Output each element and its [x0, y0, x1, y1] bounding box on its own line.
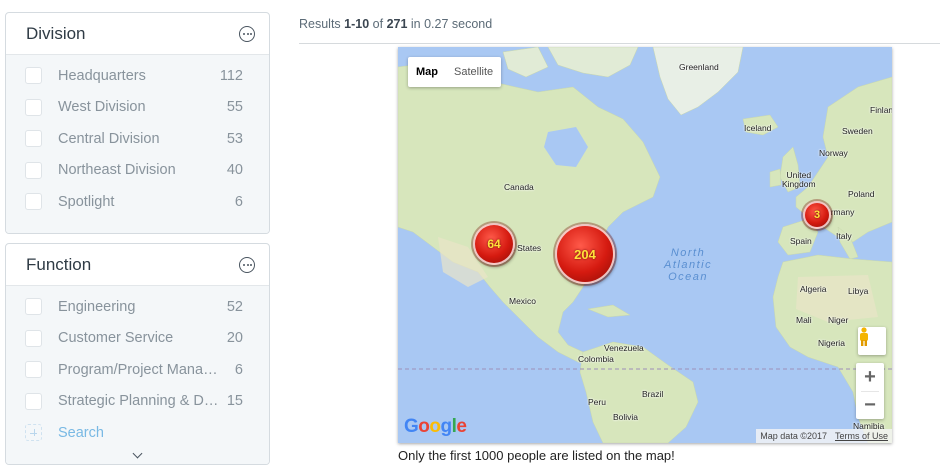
map-attribution: Map data ©2017 Terms of Use [756, 429, 892, 443]
facet-item-label: Strategic Planning & Development [58, 393, 221, 410]
checkbox[interactable] [25, 161, 42, 179]
map-label-algeria: Algeria [800, 284, 827, 294]
map-label-norway: Norway [819, 148, 848, 158]
map-label-uk: United Kingdom [782, 170, 816, 189]
function-facet-panel: Function Engineering 52 Customer Service… [5, 243, 270, 465]
results-total: 271 [386, 17, 408, 31]
map-label-mexico: Mexico [509, 296, 536, 306]
map-label-peru: Peru [588, 397, 606, 407]
divider [299, 43, 940, 44]
map-label-niger: Niger [828, 315, 849, 325]
division-facet-list: Headquarters 112 West Division 55 Centra… [6, 55, 269, 233]
facet-item-count: 20 [226, 330, 243, 347]
more-options-icon[interactable] [239, 256, 255, 273]
map-caption: Only the first 1000 people are listed on… [398, 448, 675, 463]
zoom-out-button[interactable]: − [856, 391, 884, 419]
map-label-venezuela: Venezuela [604, 343, 644, 353]
plus-icon [25, 424, 42, 442]
facet-item-northeast-division[interactable]: Northeast Division 40 [6, 155, 269, 187]
checkbox[interactable] [25, 329, 42, 347]
facet-item-program-project-management[interactable]: Program/Project Management 6 [6, 354, 269, 386]
function-facet-title: Function [26, 254, 92, 274]
facet-item-headquarters[interactable]: Headquarters 112 [6, 60, 269, 92]
facet-item-strategic-planning[interactable]: Strategic Planning & Development 15 [6, 386, 269, 418]
map-type-map-button[interactable]: Map [408, 57, 446, 87]
map-label-mali: Mali [796, 315, 812, 325]
facet-item-label: Central Division [58, 130, 160, 147]
map-label-sweden: Sweden [842, 126, 873, 136]
facet-search-label: Search [58, 424, 104, 441]
map-label-bolivia: Bolivia [613, 412, 639, 422]
facet-item-count: 6 [234, 361, 243, 378]
checkbox[interactable] [25, 298, 42, 316]
map-view[interactable]: Map Satellite Greenland Iceland Finlan S… [398, 47, 892, 443]
checkbox[interactable] [25, 193, 42, 211]
checkbox[interactable] [25, 98, 42, 116]
results-summary: Results 1-10 of 271 in 0.27 second [299, 17, 492, 31]
facet-item-count: 6 [234, 193, 243, 210]
facet-item-label: West Division [58, 99, 146, 116]
facet-item-label: Northeast Division [58, 162, 176, 179]
map-cluster-marker[interactable]: 204 [555, 224, 615, 284]
division-facet-panel: Division Headquarters 112 West Division … [5, 12, 270, 234]
more-options-icon[interactable] [239, 25, 255, 42]
function-facet-header: Function [6, 244, 269, 286]
map-label-libya: Libya [848, 286, 869, 296]
results-prefix: Results [299, 17, 345, 31]
map-label-greenland: Greenland [679, 62, 719, 72]
facet-item-label: Headquarters [58, 67, 146, 84]
map-data-credit: Map data ©2017 [760, 431, 827, 441]
checkbox[interactable] [25, 67, 42, 85]
map-cluster-marker[interactable]: 3 [803, 201, 831, 229]
map-label-finland: Finlan [870, 105, 892, 115]
facet-item-central-division[interactable]: Central Division 53 [6, 123, 269, 155]
map-label-north-atlantic-ocean: North Atlantic Ocean [664, 247, 713, 283]
facet-item-engineering[interactable]: Engineering 52 [6, 291, 269, 323]
chevron-down-icon[interactable] [6, 448, 269, 465]
map-cluster-marker[interactable]: 64 [473, 223, 515, 265]
checkbox[interactable] [25, 130, 42, 148]
map-label-spain: Spain [790, 236, 812, 246]
map-type-control: Map Satellite [408, 57, 502, 87]
zoom-in-button[interactable]: + [856, 363, 884, 391]
map-label-canada: Canada [504, 182, 534, 192]
facet-item-label: Program/Project Management [58, 361, 223, 378]
map-label-italy: Italy [836, 231, 852, 241]
checkbox[interactable] [25, 361, 42, 379]
results-range: 1-10 [344, 17, 370, 31]
facet-item-label: Spotlight [58, 193, 115, 210]
facet-search-link[interactable]: Search [6, 417, 269, 449]
facet-item-count: 55 [226, 99, 243, 116]
facet-item-count: 15 [226, 393, 243, 410]
function-facet-list: Engineering 52 Customer Service 20 Progr… [6, 286, 269, 464]
map-type-satellite-button[interactable]: Satellite [446, 57, 501, 87]
map-label-colombia: Colombia [578, 354, 614, 364]
facet-item-west-division[interactable]: West Division 55 [6, 92, 269, 124]
results-suffix: in 0.27 second [407, 17, 493, 31]
facet-item-count: 52 [226, 298, 243, 315]
facet-item-count: 40 [226, 162, 243, 179]
google-logo[interactable]: Google [404, 416, 467, 438]
street-view-pegman-icon[interactable] [858, 327, 886, 355]
facet-item-customer-service[interactable]: Customer Service 20 [6, 323, 269, 355]
map-label-brazil: Brazil [642, 389, 664, 399]
results-of: of [369, 17, 387, 31]
facet-item-count: 53 [226, 130, 243, 147]
map-label-nigeria: Nigeria [818, 338, 845, 348]
map-label-poland: Poland [848, 189, 875, 199]
facet-item-label: Customer Service [58, 330, 174, 347]
division-facet-header: Division [6, 13, 269, 55]
checkbox[interactable] [25, 392, 42, 410]
facet-item-count: 112 [219, 67, 243, 84]
division-facet-title: Division [26, 23, 86, 43]
facet-item-label: Engineering [58, 298, 136, 315]
map-label-iceland: Iceland [744, 123, 772, 133]
facet-item-spotlight[interactable]: Spotlight 6 [6, 186, 269, 218]
zoom-control: + − [856, 363, 884, 419]
terms-of-use-link[interactable]: Terms of Use [835, 431, 888, 441]
